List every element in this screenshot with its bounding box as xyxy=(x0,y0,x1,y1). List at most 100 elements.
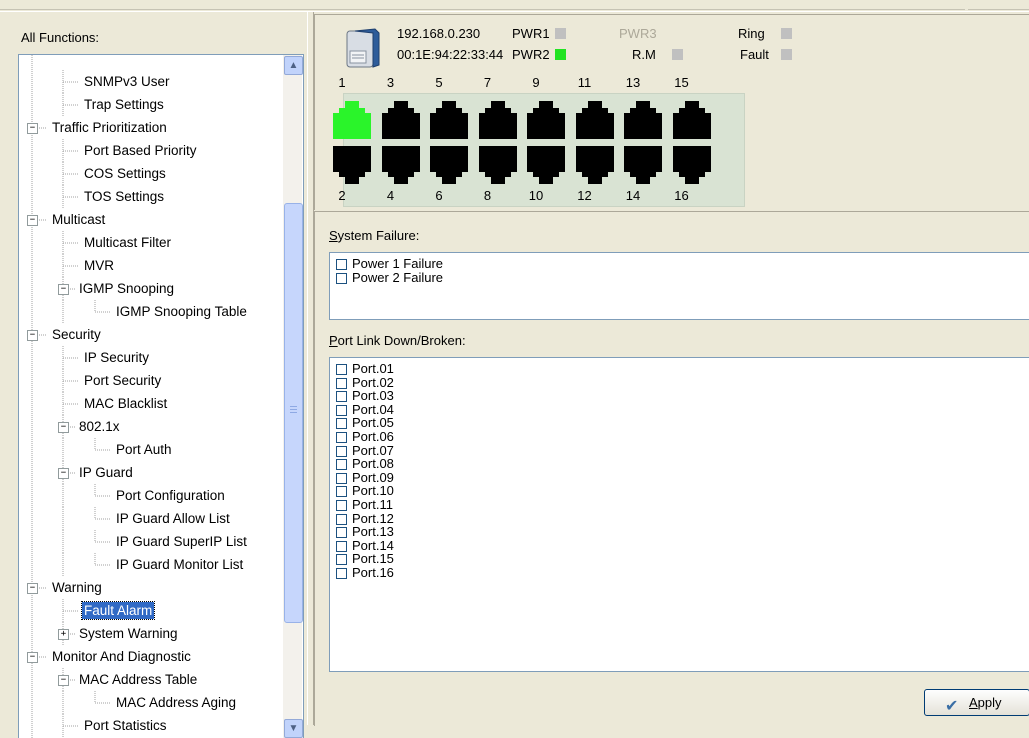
scroll-down-button[interactable]: ▼ xyxy=(284,719,303,738)
collapse-icon[interactable]: − xyxy=(27,123,38,134)
port-link-checkbox-item[interactable]: Port.16 xyxy=(336,566,394,579)
tree-item[interactable]: Monitor And Diagnostic xyxy=(50,645,193,668)
checkbox[interactable] xyxy=(336,272,347,284)
port-link-checkbox-item[interactable]: Port.10 xyxy=(336,484,394,498)
checkbox[interactable] xyxy=(336,445,347,457)
tree-item[interactable]: System Warning xyxy=(77,622,180,645)
tree-item[interactable]: COS Settings xyxy=(82,162,168,185)
apply-button[interactable]: ✔ Apply xyxy=(924,689,1029,716)
tree-item[interactable]: IP Security xyxy=(82,346,151,369)
port-link-checkbox-item[interactable]: Port.01 xyxy=(336,362,394,375)
tree-item[interactable]: MAC Address Table xyxy=(77,668,199,691)
expand-icon[interactable]: + xyxy=(58,629,69,640)
tree-item[interactable]: IP Guard xyxy=(77,461,135,484)
port-link-checkbox-item[interactable]: Port.14 xyxy=(336,539,394,552)
tree-item[interactable]: Traffic Prioritization xyxy=(50,116,169,139)
port-link-checkbox-item[interactable]: Port.05 xyxy=(336,416,394,430)
tree-item[interactable]: MAC Blacklist xyxy=(82,392,169,415)
port-link-checkbox-item[interactable]: Port.03 xyxy=(336,389,394,403)
port-1[interactable] xyxy=(332,100,372,140)
tree-item[interactable]: IP Guard SuperIP List xyxy=(114,530,249,553)
port-link-checkbox-item[interactable]: Port.08 xyxy=(336,457,394,471)
checkbox[interactable] xyxy=(336,391,347,403)
port-13[interactable] xyxy=(623,100,663,140)
port-4[interactable] xyxy=(381,145,421,185)
tree-item[interactable]: Multicast Filter xyxy=(82,231,173,254)
function-tree[interactable]: SNMPv3 User Trap Settings Traffic Prioriti… xyxy=(18,54,304,738)
port-6[interactable] xyxy=(429,145,469,185)
tree-item[interactable]: 802.1x xyxy=(77,415,122,438)
splitter[interactable] xyxy=(307,12,314,725)
port-link-checkbox-item[interactable]: Port.13 xyxy=(336,525,394,539)
collapse-icon[interactable]: − xyxy=(58,468,69,479)
port-3[interactable] xyxy=(381,100,421,140)
tree-item[interactable]: Port Based Priority xyxy=(82,139,199,162)
port-8[interactable] xyxy=(478,145,518,185)
checkbox[interactable] xyxy=(336,259,347,270)
tree-item[interactable]: Port Auth xyxy=(114,438,174,461)
checkbox[interactable] xyxy=(336,486,347,498)
port-link-checkbox-item[interactable]: Port.07 xyxy=(336,444,394,457)
collapse-icon[interactable]: − xyxy=(27,652,38,663)
tree-item[interactable]: Fault Alarm xyxy=(80,599,156,622)
port-9[interactable] xyxy=(526,100,566,140)
scroll-thumb[interactable] xyxy=(284,203,303,623)
checkbox[interactable] xyxy=(336,527,347,539)
port-link-checkbox-item[interactable]: Port.02 xyxy=(336,376,394,389)
port-link-checkbox-item[interactable]: Port.09 xyxy=(336,471,394,484)
port-link-checkbox-item[interactable]: Port.06 xyxy=(336,430,394,443)
checkbox[interactable] xyxy=(336,513,347,525)
tree-item[interactable]: Security xyxy=(50,323,103,346)
system-failure-list[interactable]: Power 1 Failure Power 2 Failure xyxy=(329,252,1029,320)
checkbox[interactable] xyxy=(336,418,347,430)
port-15[interactable] xyxy=(672,100,712,140)
port-7[interactable] xyxy=(478,100,518,140)
port-16[interactable] xyxy=(672,145,712,185)
port-10[interactable] xyxy=(526,145,566,185)
port-12[interactable] xyxy=(575,145,615,185)
collapse-icon[interactable]: − xyxy=(58,284,69,295)
tree-item[interactable]: IGMP Snooping xyxy=(77,277,176,300)
tree-item[interactable]: Warning xyxy=(50,576,104,599)
port-2[interactable] xyxy=(332,145,372,185)
tree-item[interactable]: IP Guard Monitor List xyxy=(114,553,245,576)
port-5[interactable] xyxy=(429,100,469,140)
port-link-checkbox-item[interactable]: Port.11 xyxy=(336,498,393,511)
port-14[interactable] xyxy=(623,145,663,185)
tree-item[interactable]: IP Guard Allow List xyxy=(114,507,232,530)
collapse-icon[interactable]: − xyxy=(27,583,38,594)
tree-item[interactable]: MAC Address Aging xyxy=(114,691,238,714)
collapse-icon[interactable]: − xyxy=(58,422,69,433)
checkbox[interactable] xyxy=(336,554,347,566)
tree-item[interactable]: MVR xyxy=(82,254,116,277)
checkbox[interactable] xyxy=(336,377,347,389)
checkbox[interactable] xyxy=(336,568,347,579)
port-link-checkbox-item[interactable]: Port.12 xyxy=(336,512,394,525)
tree-item[interactable]: Port Security xyxy=(82,369,163,392)
checkbox[interactable] xyxy=(336,404,347,416)
tree-item[interactable]: Trap Settings xyxy=(82,93,166,116)
scroll-up-button[interactable]: ▲ xyxy=(284,56,303,75)
tree-item[interactable]: Multicast xyxy=(50,208,107,231)
port-11[interactable] xyxy=(575,100,615,140)
port-link-list[interactable]: Port.01 Port.02 Port.03 Port.04 Port.05 Port.… xyxy=(329,357,1029,672)
collapse-icon[interactable]: − xyxy=(27,215,38,226)
checkbox[interactable] xyxy=(336,459,347,471)
tree-item[interactable]: IGMP Snooping Table xyxy=(114,300,249,323)
tree-item[interactable]: SNMPv3 User xyxy=(82,70,172,93)
tree-item[interactable]: Port Statistics xyxy=(82,714,169,737)
port-link-checkbox-item[interactable]: Port.15 xyxy=(336,552,394,566)
system-failure-checkbox-item[interactable]: Power 2 Failure xyxy=(336,271,443,284)
collapse-icon[interactable]: − xyxy=(58,675,69,686)
system-failure-checkbox-item[interactable]: Power 1 Failure xyxy=(336,257,443,270)
tree-item[interactable]: TOS Settings xyxy=(82,185,166,208)
checkbox[interactable] xyxy=(336,472,347,484)
tree-scrollbar[interactable]: ▲ ▼ xyxy=(283,55,303,738)
collapse-icon[interactable]: − xyxy=(27,330,38,341)
checkbox[interactable] xyxy=(336,364,347,375)
tree-item[interactable]: Port Configuration xyxy=(114,484,227,507)
checkbox[interactable] xyxy=(336,432,347,443)
port-link-checkbox-item[interactable]: Port.04 xyxy=(336,403,394,416)
checkbox[interactable] xyxy=(336,500,347,511)
checkbox[interactable] xyxy=(336,540,347,552)
